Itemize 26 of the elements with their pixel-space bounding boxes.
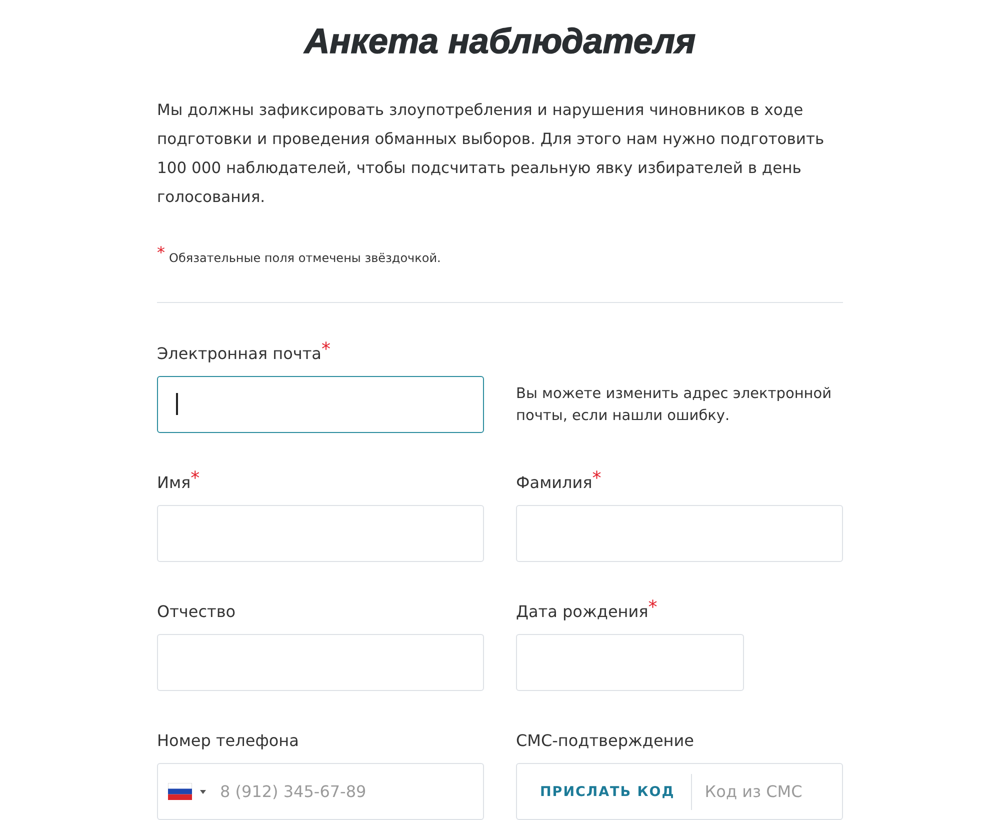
field-label: Фамилия	[516, 472, 592, 494]
field-label: Отчество	[157, 601, 236, 623]
text-cursor-icon	[176, 393, 178, 415]
phone-number-input[interactable]: 8 (912) 345-67-89	[220, 764, 483, 819]
field-label: Номер телефона	[157, 730, 299, 752]
required-fields-note: Обязательные поля отмечены звёздочкой.	[169, 250, 441, 266]
field-label: СМС-подтверждение	[516, 730, 694, 752]
page-title: Анкета наблюдателя	[304, 21, 696, 63]
intro-paragraph: Мы должны зафиксировать злоупотребления и нарушения чиновников в ходе подготовки и проведения обманных выборов. Для этого нам нужно подготовить 100 000 наблюдателей, чтобы подсчитать реальную явку избирателей в день голосования.	[157, 100, 826, 208]
field-label: Имя	[157, 472, 191, 494]
email-hint-text: Вы можете изменить адрес электронной почты, если нашли ошибку.	[516, 384, 833, 426]
input-field[interactable]	[157, 376, 484, 433]
field-label: Дата рождения	[516, 601, 648, 623]
sms-input-group[interactable]: ПРИСЛАТЬ КОД Код из СМС	[516, 763, 843, 820]
country-dropdown[interactable]	[168, 783, 206, 800]
required-asterisk: *	[592, 472, 602, 486]
send-code-button[interactable]: ПРИСЛАТЬ КОД	[517, 764, 691, 819]
required-asterisk: *	[190, 472, 200, 486]
field-label: Электронная почта	[157, 343, 322, 365]
russian-flag-icon	[168, 783, 192, 800]
phone-input-group[interactable]: 8 (912) 345-67-89	[157, 763, 484, 820]
required-asterisk: *	[157, 246, 165, 260]
required-asterisk: *	[321, 343, 330, 357]
caret-icon	[200, 790, 206, 794]
required-asterisk: *	[648, 601, 658, 615]
sms-code-input[interactable]: Код из СМС	[690, 774, 842, 810]
